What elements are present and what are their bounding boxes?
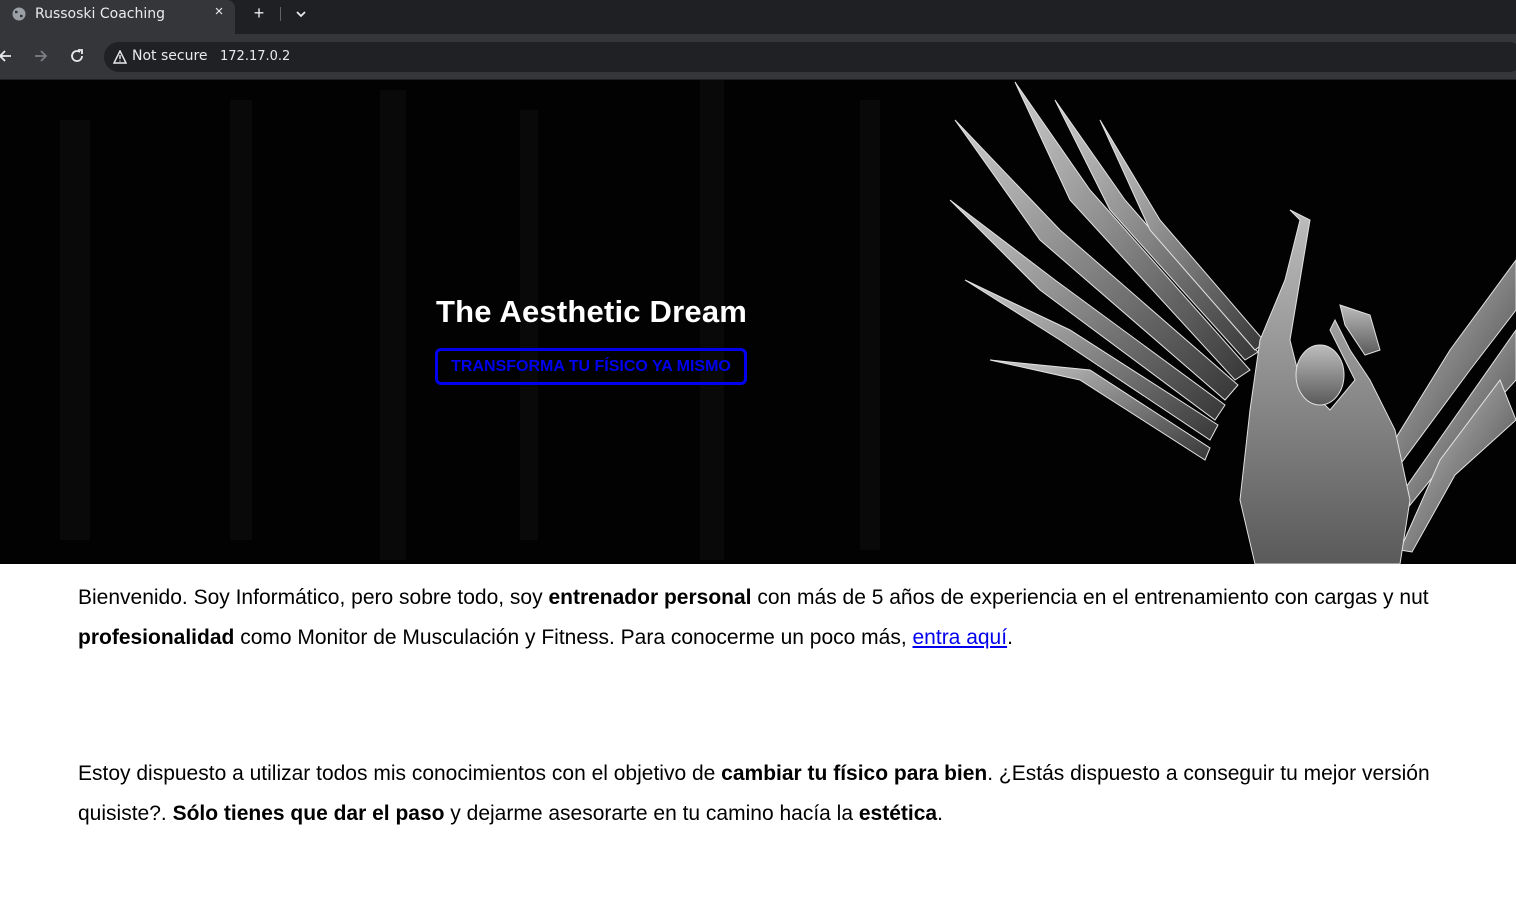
tab-title: Russoski Coaching (35, 6, 166, 22)
tab-separator (280, 7, 281, 21)
intro-text-4: . (1007, 626, 1013, 649)
about-me-link[interactable]: entra aquí (913, 626, 1008, 649)
transform-cta-button[interactable]: TRANSFORMA TU FÍSICO YA MISMO (435, 348, 747, 385)
intro-text-2: con más de 5 años de experiencia en el e… (751, 586, 1429, 609)
intro-text-3: como Monitor de Musculación y Fitness. P… (234, 626, 913, 649)
angel-wings-illustration (0, 80, 1516, 564)
pitch-bold-step: Sólo tienes que dar el paso (172, 802, 445, 825)
tab-search-chevron-icon[interactable] (291, 5, 311, 23)
intro-paragraph: Bienvenido. Soy Informático, pero sobre … (78, 578, 1429, 658)
back-arrow-icon[interactable] (0, 47, 14, 65)
pitch-text-3: quisiste?. (78, 802, 173, 825)
pitch-bold-aesthetic: estética (858, 802, 938, 825)
tab-close-icon[interactable]: × (211, 4, 227, 20)
globe-icon (12, 7, 26, 21)
browser-tab-strip: Russoski Coaching × + (0, 0, 1516, 34)
hero-banner: The Aesthetic Dream TRANSFORMA TU FÍSICO… (0, 80, 1516, 564)
browser-tab[interactable]: Russoski Coaching × (0, 0, 235, 34)
new-tab-icon[interactable]: + (249, 3, 269, 23)
hero-title: The Aesthetic Dream (436, 294, 748, 329)
browser-toolbar: Not secure 172.17.0.2 (0, 34, 1516, 80)
warning-triangle-icon (113, 50, 127, 64)
pitch-bold-change: cambiar tu físico para bien (721, 762, 988, 785)
intro-bold-professionalism: profesionalidad (78, 626, 235, 649)
reload-icon[interactable] (68, 47, 86, 65)
intro-text-1: Bienvenido. Soy Informático, pero sobre … (78, 586, 549, 609)
pitch-text-2: . ¿Estás dispuesto a conseguir tu mejor … (987, 762, 1430, 785)
pitch-text-5: . (937, 802, 943, 825)
security-indicator[interactable]: Not secure (132, 48, 208, 64)
forward-arrow-icon[interactable] (32, 47, 50, 65)
url-text[interactable]: 172.17.0.2 (220, 49, 290, 64)
pitch-paragraph: Estoy dispuesto a utilizar todos mis con… (78, 754, 1430, 834)
pitch-text-1: Estoy dispuesto a utilizar todos mis con… (78, 762, 722, 785)
intro-bold-trainer: entrenador personal (548, 586, 752, 609)
address-bar[interactable]: Not secure 172.17.0.2 (104, 42, 1516, 72)
pitch-text-4: y dejarme asesorarte en tu camino hacía … (444, 802, 859, 825)
